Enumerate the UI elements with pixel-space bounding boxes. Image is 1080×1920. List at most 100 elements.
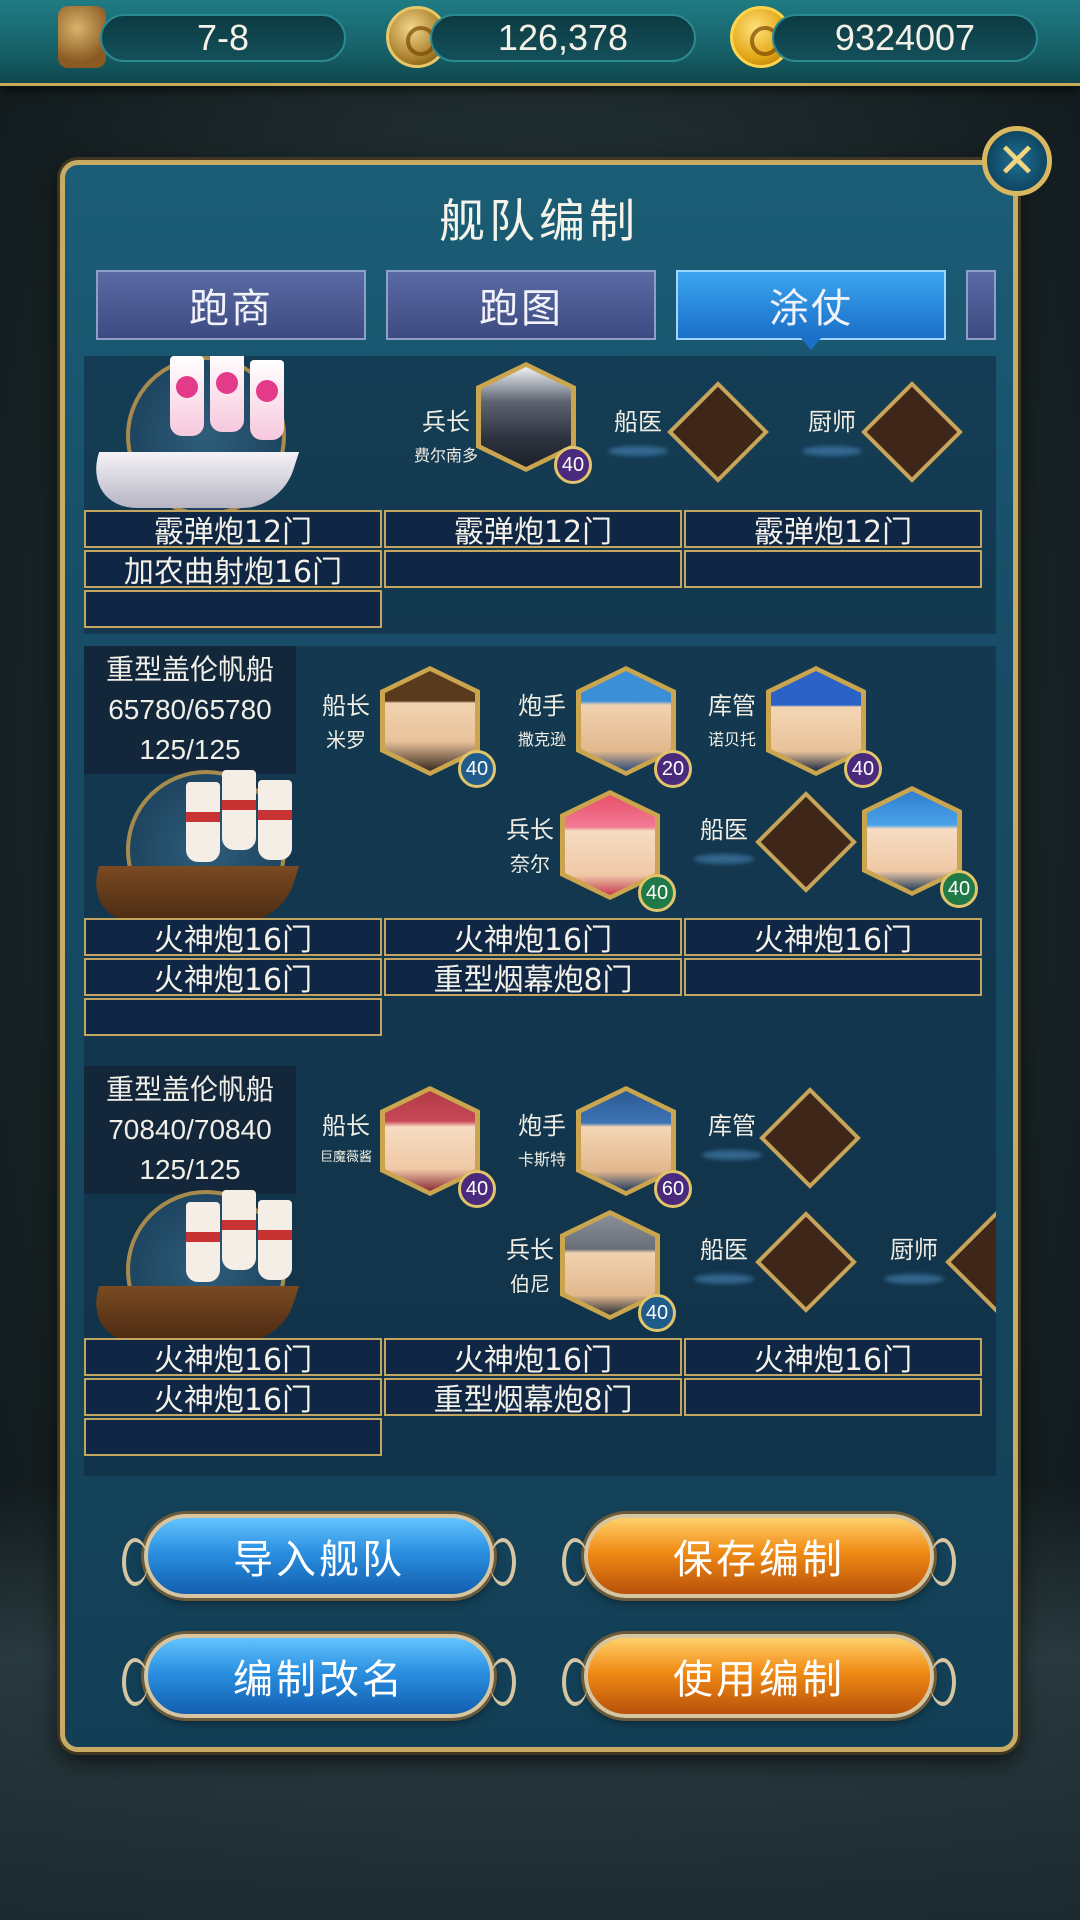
role-label: 船医 (614, 408, 662, 436)
sail (258, 1200, 292, 1280)
tab-label: 跑商 (189, 286, 273, 332)
glow (608, 446, 668, 456)
crew-name: 巨魔薇酱 (319, 1150, 372, 1165)
fleet-ship-1[interactable]: 兵长 费尔南多 40 船医 厨师 霰弹炮12门 霰弹炮12门 霰弹炮12门 加农… (84, 356, 996, 634)
role-label: 炮手 (518, 692, 566, 720)
weapon-slot[interactable]: 火神炮16门 (84, 958, 382, 998)
ship-durability: 70840/70840 (108, 1114, 272, 1145)
tab-label: 跑图 (479, 286, 563, 332)
weapon-slot[interactable] (84, 998, 382, 1036)
glow (694, 854, 754, 864)
role-label: 库管 (708, 692, 756, 720)
crew-name: 米罗 (326, 728, 366, 752)
exploration-value: 126,378 (497, 17, 629, 58)
crew-name: 卡斯特 (517, 1150, 566, 1169)
weapon-slot[interactable] (84, 590, 382, 628)
formation-tabs: 跑商 跑图 涂仗 (96, 270, 996, 350)
weapon-slot[interactable]: 霰弹炮12门 (384, 510, 682, 550)
weapon-slot[interactable]: 重型烟幕炮8门 (384, 958, 682, 998)
button-label: 编制改名 (233, 1657, 405, 1703)
resource-bar: 7-8 126,378 9324007 (0, 0, 1080, 86)
weapon-slot[interactable]: 火神炮16门 (84, 918, 382, 958)
crew-name: 费尔南多 (413, 446, 478, 465)
ship-info: 重型盖伦帆船 65780/65780 125/125 (84, 646, 296, 774)
tab-label: 涂仗 (769, 286, 853, 332)
level-badge: 40 (638, 874, 676, 912)
button-label: 导入舰队 (233, 1537, 405, 1583)
level-badge: 40 (844, 750, 882, 788)
role-label: 库管 (708, 1112, 756, 1140)
weapon-slot[interactable]: 火神炮16门 (684, 1338, 982, 1378)
weapon-slot[interactable]: 火神炮16门 (384, 918, 682, 958)
empty-crew-slot[interactable] (755, 791, 857, 893)
role-label: 船医 (700, 816, 748, 844)
fleet-ship-3[interactable]: 重型盖伦帆船 70840/70840 125/125 船长 巨魔薇酱 40 炮手… (84, 1066, 996, 1476)
fleet-ship-2[interactable]: 重型盖伦帆船 65780/65780 125/125 船长 米罗 40 炮手 撒… (84, 646, 996, 1066)
crew-name: 诺贝托 (707, 730, 756, 749)
save-formation-button[interactable]: 保存编制 (562, 1514, 956, 1598)
crew-name: 奈尔 (510, 852, 550, 876)
crew-name: 撒克逊 (517, 730, 566, 749)
ship-hull (84, 1286, 300, 1342)
weapon-slot[interactable]: 火神炮16门 (84, 1338, 382, 1378)
weapon-slot[interactable]: 重型烟幕炮8门 (384, 1378, 682, 1418)
gold-counter[interactable]: 9324007 (772, 14, 1038, 62)
tab-more[interactable] (966, 270, 996, 340)
sail (186, 782, 220, 862)
stamina-value: 7-8 (196, 17, 250, 58)
import-fleet-button[interactable]: 导入舰队 (122, 1514, 516, 1598)
close-icon: ✕ (996, 133, 1038, 189)
weapon-slot[interactable] (384, 550, 682, 588)
ship-hull (84, 452, 300, 508)
weapon-slot[interactable] (684, 550, 982, 588)
weapon-slot[interactable]: 霰弹炮12门 (84, 510, 382, 550)
weapon-slot[interactable] (684, 958, 982, 996)
weapon-slot[interactable]: 火神炮16门 (84, 1378, 382, 1418)
role-label: 船长 (322, 1112, 370, 1140)
level-badge: 40 (458, 750, 496, 788)
use-formation-button[interactable]: 使用编制 (562, 1634, 956, 1718)
hourglass-icon (58, 6, 106, 68)
tab-explore[interactable]: 跑图 (386, 270, 656, 340)
crew-name: 伯尼 (510, 1272, 550, 1296)
ship-image (84, 356, 300, 526)
tab-battle[interactable]: 涂仗 (676, 270, 946, 350)
stamina-counter[interactable]: 7-8 (100, 14, 346, 62)
role-label: 厨师 (808, 408, 856, 436)
ship-info: 重型盖伦帆船 70840/70840 125/125 (84, 1066, 296, 1194)
panel-title: 舰队编制 (439, 194, 639, 248)
gold-value: 9324007 (834, 17, 976, 58)
glow (802, 446, 862, 456)
empty-crew-slot[interactable] (861, 381, 963, 483)
glow (694, 1274, 754, 1284)
tab-trade[interactable]: 跑商 (96, 270, 366, 340)
exploration-counter[interactable]: 126,378 (430, 14, 696, 62)
rename-formation-button[interactable]: 编制改名 (122, 1634, 516, 1718)
weapon-slot[interactable] (84, 1418, 382, 1456)
fleet-list[interactable]: 兵长 费尔南多 40 船医 厨师 霰弹炮12门 霰弹炮12门 霰弹炮12门 加农… (84, 356, 996, 1476)
empty-crew-slot[interactable] (759, 1087, 861, 1189)
weapon-slot[interactable]: 霰弹炮12门 (684, 510, 982, 550)
ship-crew: 125/125 (139, 1154, 241, 1185)
sail (250, 360, 284, 440)
weapon-slot[interactable]: 火神炮16门 (684, 918, 982, 958)
role-label: 兵长 (422, 408, 470, 436)
role-label: 厨师 (890, 1236, 938, 1264)
weapon-slot[interactable]: 火神炮16门 (384, 1338, 682, 1378)
weapon-slot[interactable] (684, 1378, 982, 1416)
ship-name: 重型盖伦帆船 (105, 654, 274, 685)
weapon-slot[interactable]: 加农曲射炮16门 (84, 550, 382, 590)
close-button[interactable]: ✕ (982, 126, 1052, 196)
ship-crew: 125/125 (139, 734, 241, 765)
button-label: 使用编制 (673, 1657, 845, 1703)
ship-durability: 65780/65780 (108, 694, 272, 725)
level-badge: 40 (638, 1294, 676, 1332)
ship-hull (84, 866, 300, 922)
glow (702, 1150, 762, 1160)
empty-crew-slot[interactable] (667, 381, 769, 483)
empty-crew-slot[interactable] (755, 1211, 857, 1313)
role-label: 兵长 (506, 816, 554, 844)
sail (222, 1190, 256, 1270)
glow (884, 1274, 944, 1284)
sail (186, 1202, 220, 1282)
